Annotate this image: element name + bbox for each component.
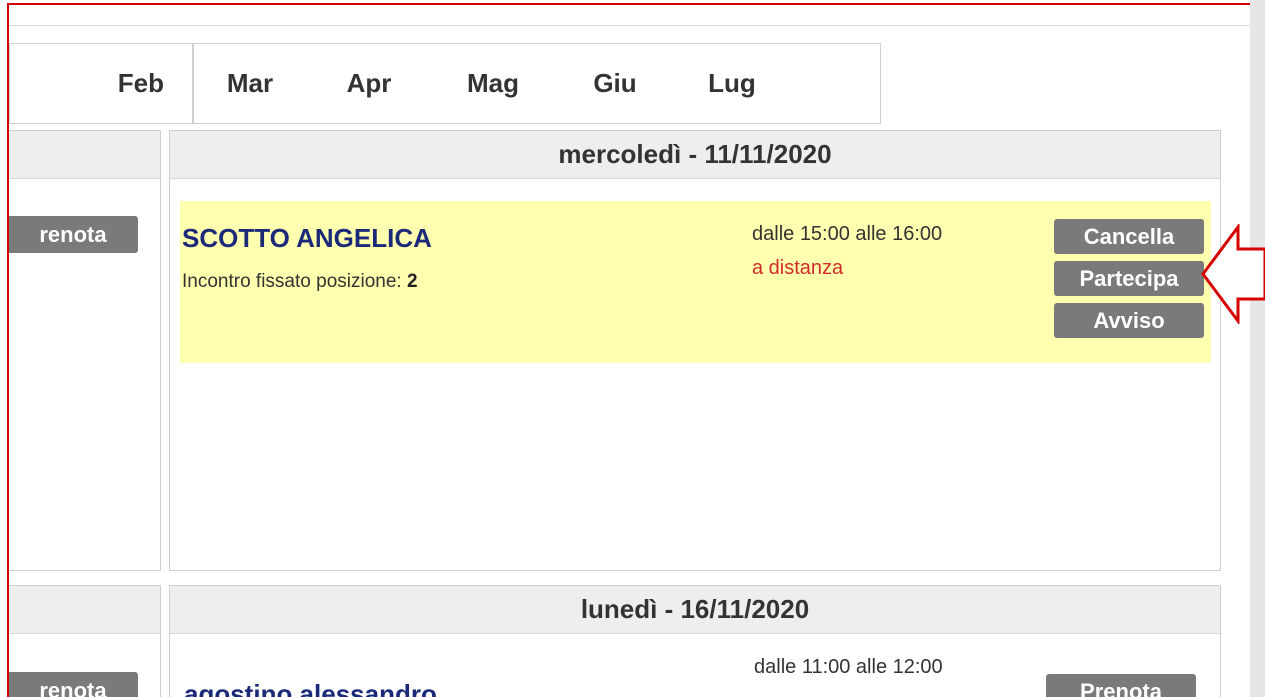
- button-label: renota: [39, 221, 107, 247]
- tab-label: Lug: [708, 68, 756, 98]
- book-button[interactable]: renota: [9, 216, 138, 253]
- tab-label: Feb: [117, 68, 164, 98]
- day-header-2: lunedì - 16/11/2020: [170, 586, 1220, 634]
- day-panel-11-11-2020: mercoledì - 11/11/2020 SCOTTO ANGELICA I…: [169, 130, 1221, 571]
- day-panel-16-11-2020: lunedì - 16/11/2020 agostino alessandro …: [169, 585, 1221, 697]
- top-divider: [9, 25, 1252, 26]
- tab-giu[interactable]: Giu: [554, 43, 676, 124]
- button-label: renota: [39, 677, 107, 697]
- time-range-2: dalle 11:00 alle 12:00: [754, 656, 943, 678]
- tab-label: Mag: [467, 68, 519, 98]
- tab-mag[interactable]: Mag: [432, 43, 554, 124]
- notice-button[interactable]: Avviso: [1054, 303, 1204, 338]
- book-button-day2[interactable]: Prenota: [1046, 674, 1196, 697]
- page-frame: Feb Mar Apr Mag Giu Lug renota renota me…: [7, 3, 1265, 697]
- teacher-name-2: agostino alessandro: [184, 679, 437, 697]
- join-button[interactable]: Partecipa: [1054, 261, 1204, 296]
- tab-feb[interactable]: Feb: [9, 43, 193, 124]
- tab-label: Giu: [593, 68, 637, 98]
- tab-label: Mar: [226, 68, 274, 98]
- tab-label: Apr: [346, 68, 392, 98]
- day-header: mercoledì - 11/11/2020: [170, 131, 1220, 179]
- button-label: Prenota: [1080, 678, 1162, 697]
- teacher-name: SCOTTO ANGELICA: [182, 223, 432, 253]
- appointment-detail: Incontro fissato posizione: 2: [182, 271, 418, 293]
- tab-lug[interactable]: Lug: [676, 43, 788, 124]
- arrow-pointing-left-icon: [1201, 224, 1265, 324]
- button-label: Cancella: [1083, 223, 1175, 249]
- book-button-2[interactable]: renota: [9, 672, 138, 697]
- left-panel-header: [9, 131, 160, 179]
- left-day-panel: renota: [9, 130, 161, 571]
- day-header-text: lunedì - 16/11/2020: [580, 594, 810, 624]
- meeting-mode: a distanza: [752, 257, 844, 279]
- left-day-panel-2: renota: [9, 585, 161, 697]
- detail-label: Incontro fissato posizione:: [182, 271, 402, 292]
- day-header-text: mercoledì - 11/11/2020: [558, 139, 832, 169]
- appointment-slot: SCOTTO ANGELICA Incontro fissato posizio…: [180, 201, 1211, 363]
- cancel-button[interactable]: Cancella: [1054, 219, 1204, 254]
- tab-apr[interactable]: Apr: [306, 43, 432, 124]
- left-panel-header-2: [9, 586, 160, 634]
- tab-mar[interactable]: Mar: [194, 43, 306, 124]
- vertical-scrollbar[interactable]: [1250, 0, 1265, 697]
- time-range: dalle 15:00 alle 16:00: [752, 223, 943, 245]
- button-label: Partecipa: [1079, 265, 1179, 291]
- month-tabs-group: Mar Apr Mag Giu Lug: [193, 43, 881, 124]
- button-label: Avviso: [1093, 307, 1165, 333]
- detail-value: 2: [406, 271, 418, 292]
